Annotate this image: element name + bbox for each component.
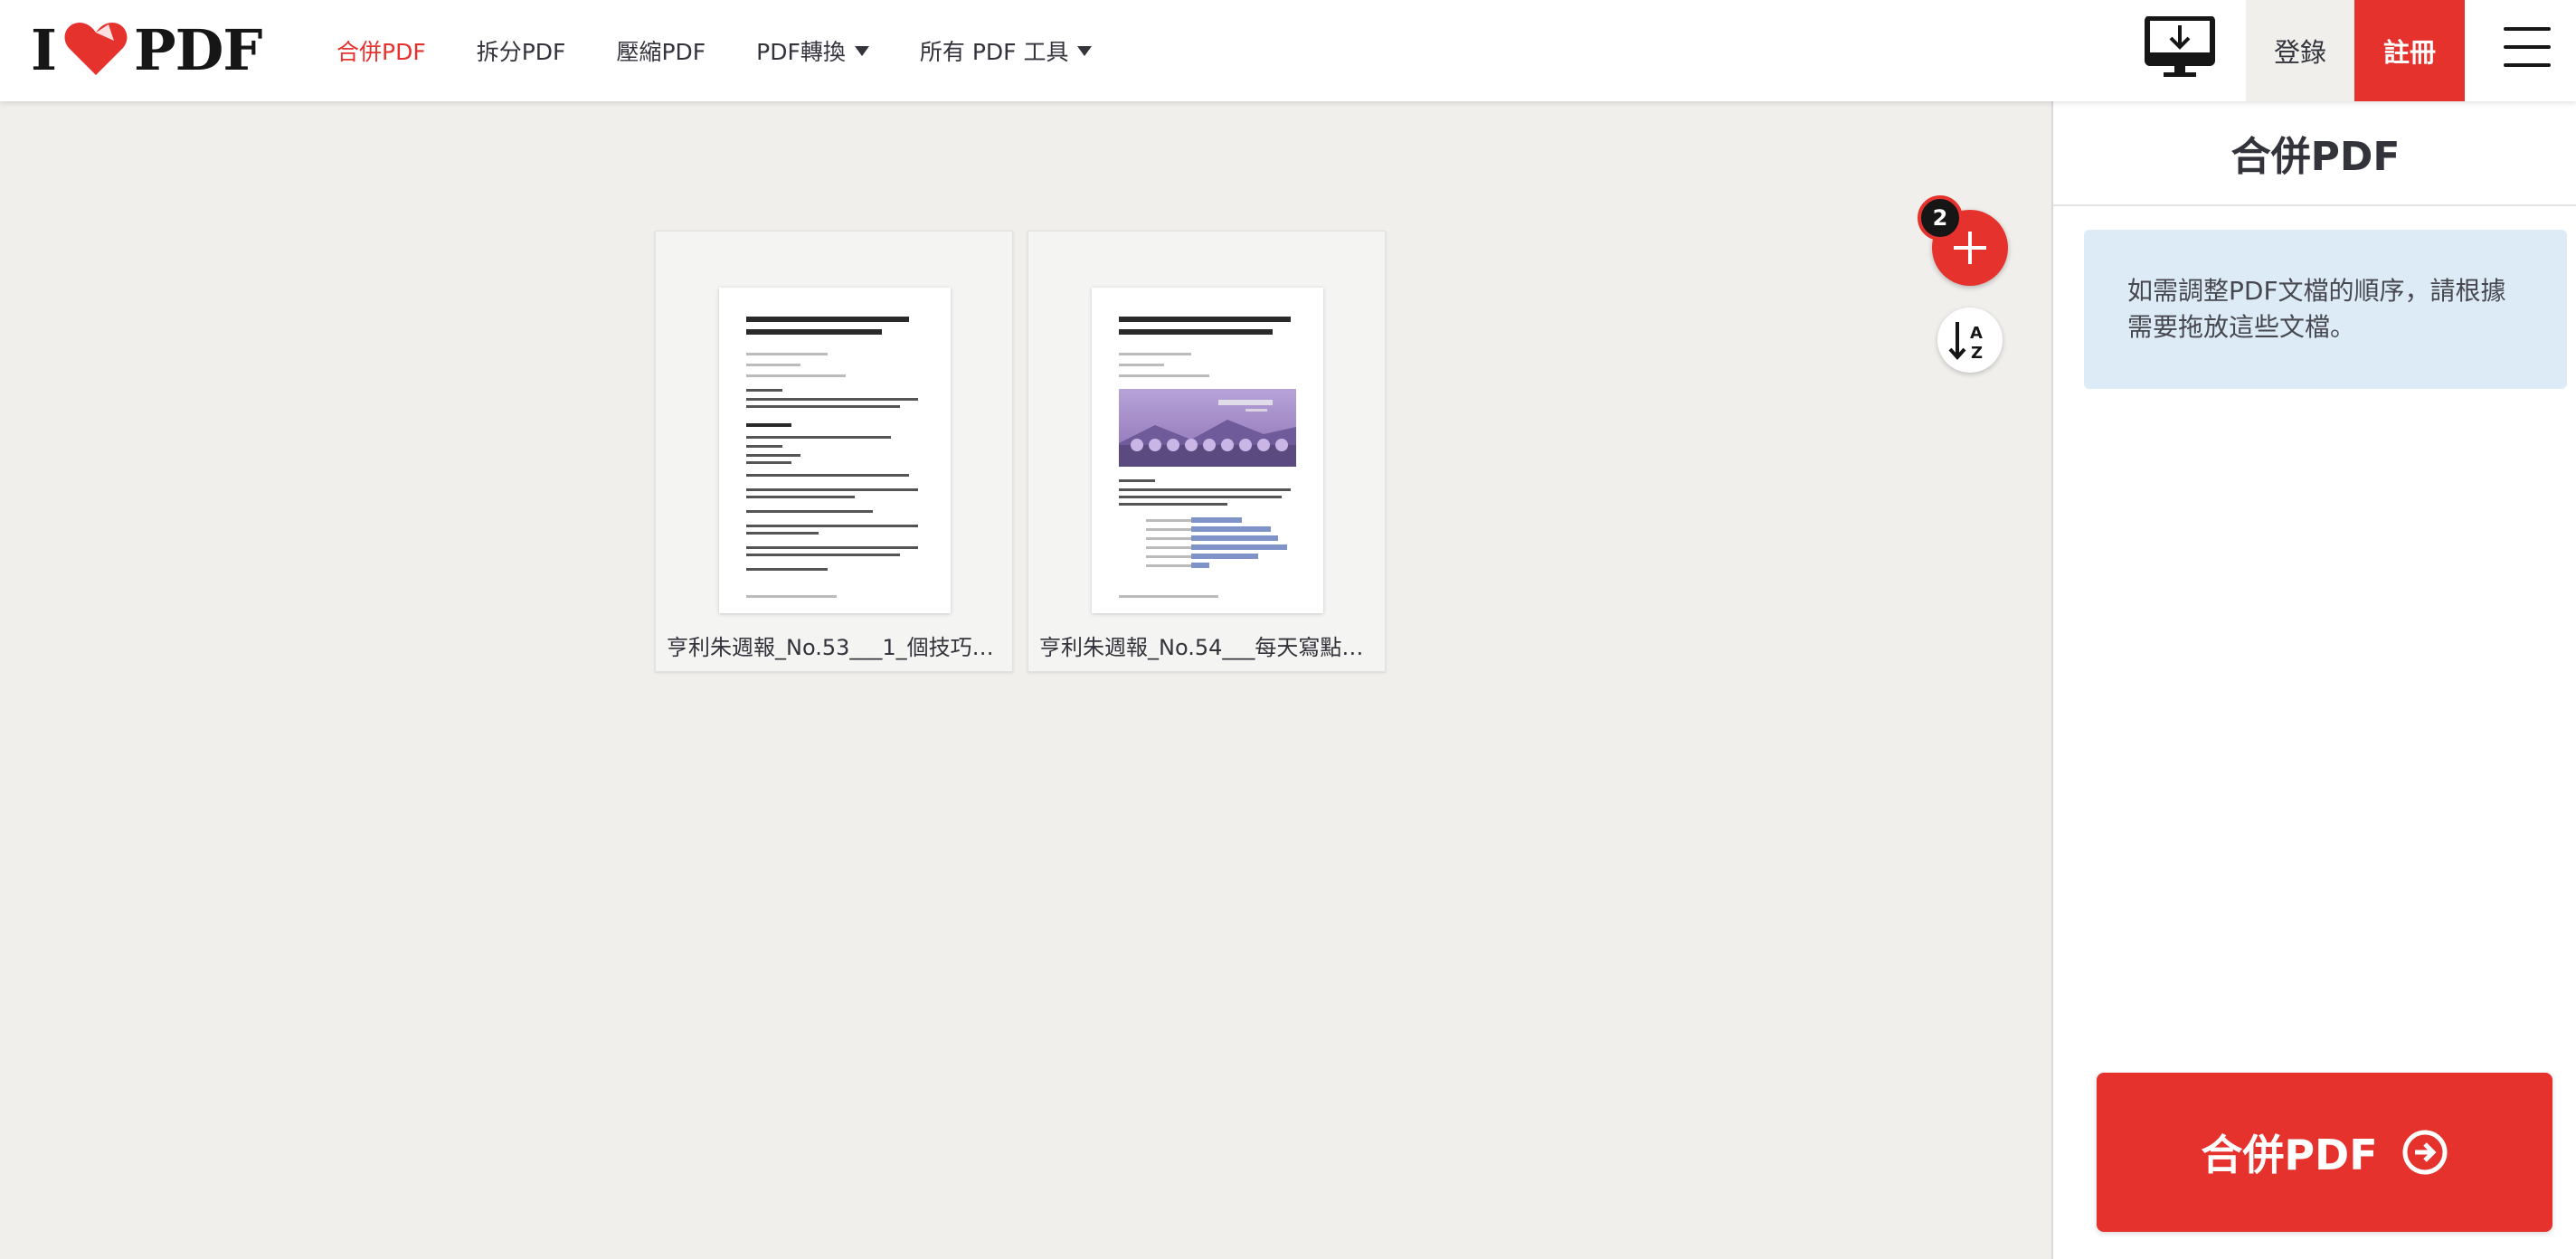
arrow-right-circle-icon (2402, 1130, 2448, 1175)
ilovepdf-logo[interactable]: I PDF (31, 16, 262, 83)
nav-compress-pdf[interactable]: 壓縮PDF (616, 34, 706, 67)
tool-sidebar: 合併PDF 如需調整PDF文檔的順序，請根據需要拖放這些文檔。 合併PDF (2051, 101, 2576, 1259)
logo-letter-i: I (31, 16, 57, 83)
top-header: I PDF 合併PDF 拆分PDF 壓縮PDF PDF轉換 所有 PDF 工具 … (0, 0, 2576, 101)
file-workspace: 亨利朱週報_No.53___1_個技巧… 亨利朱週報_No.54___每天寫點…… (0, 101, 2051, 1259)
file-name: 亨利朱週報_No.53___1_個技巧… (667, 635, 994, 660)
desktop-download-icon[interactable] (2144, 16, 2216, 80)
nav-split-pdf[interactable]: 拆分PDF (477, 34, 566, 67)
file-count-badge: 2 (1918, 195, 1963, 241)
caret-down-icon (854, 45, 869, 56)
file-name: 亨利朱週報_No.54___每天寫點… (1039, 635, 1364, 660)
article-cover-image (1119, 389, 1296, 467)
pdf-thumbnail (1092, 288, 1323, 613)
info-message: 如需調整PDF文檔的順序，請根據需要拖放這些文檔。 (2084, 230, 2567, 389)
caret-down-icon (1077, 45, 1093, 56)
sidebar-title: 合併PDF (2053, 101, 2576, 206)
info-text: 如需調整PDF文檔的順序，請根據需要拖放這些文檔。 (2127, 276, 2506, 342)
nav-convert-pdf[interactable]: PDF轉換 (756, 34, 869, 67)
svg-text:A: A (1970, 324, 1983, 343)
heart-logo-icon (64, 23, 128, 75)
sort-az-icon[interactable]: A Z (1937, 308, 2003, 373)
logo-text-pdf: PDF (134, 16, 262, 83)
pdf-thumbnail (719, 288, 951, 613)
file-card[interactable]: 亨利朱週報_No.53___1_個技巧… (655, 231, 1013, 672)
signup-button[interactable]: 註冊 (2354, 0, 2465, 101)
hamburger-menu-icon[interactable] (2504, 27, 2551, 67)
file-card[interactable]: 亨利朱週報_No.54___每天寫點… (1028, 231, 1386, 672)
merge-label: 合併PDF (2201, 1131, 2378, 1179)
nav-all-tools[interactable]: 所有 PDF 工具 (920, 34, 1093, 67)
nav-merge-pdf[interactable]: 合併PDF (336, 34, 426, 67)
merge-pdf-button[interactable]: 合併PDF (2097, 1073, 2552, 1232)
main-nav: 合併PDF 拆分PDF 壓縮PDF PDF轉換 所有 PDF 工具 (336, 0, 1142, 101)
login-button[interactable]: 登錄 (2246, 0, 2354, 101)
svg-text:Z: Z (1971, 344, 1983, 363)
